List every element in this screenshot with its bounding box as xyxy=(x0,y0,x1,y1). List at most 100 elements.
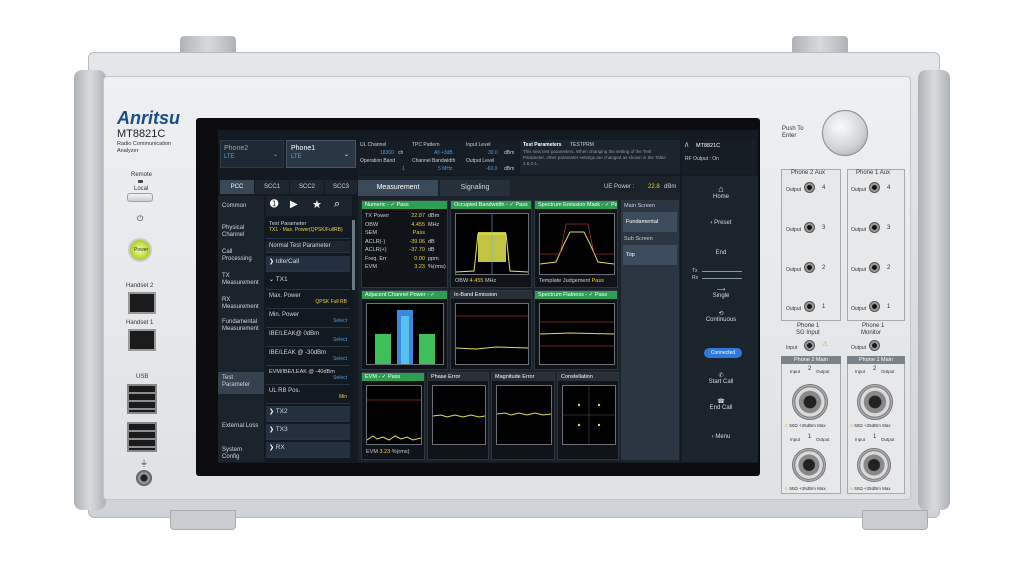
tx1-row[interactable]: ⌄ TX1 xyxy=(266,274,350,290)
end-button[interactable]: End xyxy=(696,250,746,262)
flatness-panel[interactable]: Spectrum Flatness - ✓ Pass xyxy=(534,290,618,370)
numeric-row-unit: dB xyxy=(428,238,435,245)
handset2-port[interactable] xyxy=(128,292,156,314)
numeric-row-value: 3.23 xyxy=(414,264,425,270)
tab-measurement[interactable]: Measurement xyxy=(358,180,438,196)
single-button[interactable]: ⟶ Single xyxy=(696,286,746,306)
p2-aux-output-4[interactable] xyxy=(804,182,815,193)
phone1-main-io1-connector[interactable] xyxy=(857,448,891,482)
menu-rx-measurement[interactable]: RX Measurement xyxy=(218,294,264,316)
nav-top[interactable]: Top xyxy=(623,245,677,265)
menu-call-processing[interactable]: Call Processing xyxy=(218,246,264,268)
phase-panel[interactable]: Phase Error xyxy=(427,372,489,460)
ibe-0-row[interactable]: IBE/LEAK@ 0dBm Select xyxy=(266,329,350,347)
evm-panel[interactable]: EVM - ✓ Pass EVM 3.23 %(rms) xyxy=(361,372,425,460)
aclr-header: Adjacent Channel Power - ✓ xyxy=(362,291,447,299)
usb-port-2[interactable] xyxy=(127,422,157,452)
p1-aux-output-3[interactable] xyxy=(869,222,880,233)
handset1-label: Handset 1 xyxy=(126,320,154,326)
normal-test-parameter[interactable]: Normal Test Parameter xyxy=(266,241,350,253)
menu-tx-measurement[interactable]: TX Measurement xyxy=(218,270,264,292)
ibe-panel[interactable]: In-Band Emission xyxy=(450,290,532,370)
phone2-tab[interactable]: Phone2 LTE ⌄ xyxy=(220,140,284,168)
obw-panel[interactable]: Occupied Bandwidth - ✓ Pass OBW 4.455 MH… xyxy=(450,200,532,288)
test-parameter-row[interactable]: Test Parameter TX1 - Max. Power(QPSK/Ful… xyxy=(266,219,350,239)
phone2-aux-label: Phone 2 Aux xyxy=(791,170,826,176)
monitor-output-connector[interactable] xyxy=(869,340,880,351)
menu-test-parameter[interactable]: Test Parameter xyxy=(218,372,264,394)
p2-aux-output-2[interactable] xyxy=(804,262,815,273)
input-label: Input Level xyxy=(466,142,491,148)
nav-fundamental[interactable]: Fundamental xyxy=(623,212,677,232)
p1-main-io1-input: Input xyxy=(855,437,866,442)
menu-physical-channel[interactable]: Physical Channel xyxy=(218,222,264,244)
tx2-row[interactable]: ❯ TX2 xyxy=(266,406,350,422)
preset-button[interactable]: ‹ Preset xyxy=(696,220,746,234)
p1-aux-output-1[interactable] xyxy=(869,301,880,312)
constellation-panel[interactable]: Constellation xyxy=(557,372,619,460)
tx3-row[interactable]: ❯ TX3 xyxy=(266,424,350,440)
step-icon[interactable]: ▶ xyxy=(290,199,298,210)
home-button[interactable]: ⌂ Home xyxy=(696,184,746,208)
phone1-name: Phone1 xyxy=(291,145,316,152)
p2-aux-output-3[interactable] xyxy=(804,222,815,233)
menu-fundamental-measurement[interactable]: Fundamental Measurement xyxy=(218,316,264,338)
star-icon[interactable]: ★ xyxy=(312,198,322,211)
tab-signaling[interactable]: Signaling xyxy=(440,180,510,196)
rf-output: RF Output : On xyxy=(685,156,719,162)
aclr-plot xyxy=(366,303,444,365)
param-scrollbar[interactable] xyxy=(352,220,355,290)
phone2-main-io1-connector[interactable] xyxy=(792,448,826,482)
p1-aux-output-2[interactable] xyxy=(869,262,880,273)
menu-common[interactable]: Common xyxy=(218,200,264,222)
model-name: MT8821C xyxy=(117,128,166,140)
end-call-button[interactable]: ☎ End Call xyxy=(696,398,746,418)
evm-40-row[interactable]: EVM/IBE/LEAK @ -40dBm Select xyxy=(266,367,350,385)
sub-screen-label: Sub Screen xyxy=(624,236,653,242)
carrier-tab-scc2[interactable]: SCC2 xyxy=(290,180,324,194)
phone2-sub: LTE xyxy=(224,154,235,160)
menu-button[interactable]: ‹ Menu xyxy=(696,434,746,448)
carrier-tab-pcc[interactable]: PCC xyxy=(220,180,254,194)
carrier-tab-scc3[interactable]: SCC3 xyxy=(325,180,357,194)
search-icon[interactable]: ⌕ xyxy=(334,198,340,211)
phone1-main-io2-connector[interactable] xyxy=(857,384,893,420)
min-power-row[interactable]: Min. Power Select xyxy=(266,310,350,328)
continuous-button[interactable]: ⟲ Continuous xyxy=(696,310,746,330)
carrier-tab-scc1[interactable]: SCC1 xyxy=(255,180,289,194)
p2-out4-num: 4 xyxy=(822,185,826,191)
rx-row[interactable]: ❯ RX xyxy=(266,442,350,458)
numeric-row-value: 4.455 xyxy=(411,221,425,228)
handset1-port[interactable] xyxy=(128,329,156,351)
sem-panel[interactable]: Spectrum Emission Mask - ✓ Pass Template… xyxy=(534,200,618,288)
ground-terminal[interactable] xyxy=(136,470,152,486)
phone1-tab[interactable]: Phone1 LTE ⌄ xyxy=(286,140,356,168)
local-label: Local xyxy=(134,186,149,192)
max-power-row[interactable]: Max. Power QPSK Full RB xyxy=(266,291,350,309)
aclr-panel[interactable]: Adjacent Channel Power - ✓ xyxy=(361,290,448,370)
p1-aux-output-4[interactable] xyxy=(869,182,880,193)
sg-input-connector[interactable] xyxy=(804,340,815,351)
start-call-button[interactable]: ✆ Start Call xyxy=(696,372,746,392)
menu-system-config[interactable]: System Config xyxy=(218,444,264,463)
idle-call-row[interactable]: ❯ Idle/Call xyxy=(266,256,350,272)
numeric-row-value: Pass xyxy=(412,230,425,236)
numeric-panel[interactable]: Numeric - ✓ Pass TX Power 22.87 dBm OBW 4.45… xyxy=(361,200,448,288)
p2-aux-output-1[interactable] xyxy=(804,301,815,312)
aclr-bars xyxy=(375,310,435,364)
menu-external-loss[interactable]: External Loss xyxy=(218,420,264,442)
usb-port-1[interactable] xyxy=(127,384,157,414)
magnitude-panel[interactable]: Magnitude Error xyxy=(491,372,555,460)
sg-input-label-2: SG Input xyxy=(796,330,820,336)
model-header: /\ MT8821C RF Output : On xyxy=(682,140,756,174)
phone2-main-io2-connector[interactable] xyxy=(792,384,828,420)
warning-icon: ⚠ xyxy=(822,341,829,348)
play-icon[interactable]: ➊ xyxy=(270,199,278,210)
local-button[interactable] xyxy=(127,193,153,202)
sg-input-small-label: Input xyxy=(786,345,798,351)
ue-power-value: 22.8 xyxy=(648,184,660,190)
ul-rb-row[interactable]: UL RB Pos. Min xyxy=(266,386,350,404)
rotary-knob[interactable] xyxy=(822,110,868,156)
sem-title: Spectrum Emission Mask - xyxy=(538,202,604,208)
ibe-30-row[interactable]: IBE/LEAK @ -30dBm Select xyxy=(266,348,350,366)
